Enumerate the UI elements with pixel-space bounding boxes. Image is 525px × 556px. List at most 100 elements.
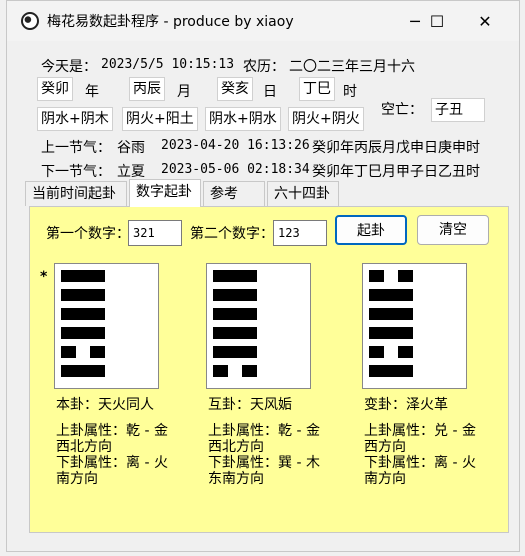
line-segment xyxy=(90,346,105,358)
line-segment xyxy=(61,270,105,282)
hu-gua-label: 互卦： xyxy=(208,397,250,413)
line-segment xyxy=(213,308,257,320)
yang-line xyxy=(61,308,105,320)
yang-line xyxy=(369,365,413,377)
line-segment xyxy=(369,289,413,301)
line-segment xyxy=(369,327,413,339)
hour-unit: 时 xyxy=(343,84,357,100)
month-unit: 月 xyxy=(177,84,191,100)
next-jieqi-ganzhi: 癸卯年丁巳月甲子日乙丑时 xyxy=(312,164,480,180)
nayin-day: 阴水+阴水 xyxy=(205,107,281,131)
year-unit: 年 xyxy=(85,84,99,100)
yin-line xyxy=(61,346,105,358)
yang-line xyxy=(213,308,257,320)
yin-line xyxy=(213,365,257,377)
num1-input[interactable]: 321 xyxy=(128,220,182,246)
hu-lower-attr: 巽 - 木 xyxy=(278,455,320,471)
line-segment xyxy=(213,365,228,377)
tab-current-time[interactable]: 当前时间起卦 xyxy=(25,181,127,206)
title-bar[interactable]: 梅花易数起卦程序 - produce by xiaoy ─ ☐ ✕ xyxy=(7,1,519,41)
taiji-icon xyxy=(21,12,39,30)
bian-upper-attr: 兑 - 金 xyxy=(434,423,476,439)
line-segment xyxy=(213,327,257,339)
day-unit: 日 xyxy=(263,84,277,100)
yang-line xyxy=(213,289,257,301)
window-title: 梅花易数起卦程序 - produce by xiaoy xyxy=(47,14,294,30)
tab-reference[interactable]: 参考 xyxy=(203,181,265,206)
line-segment xyxy=(398,270,413,282)
bian-lower-dir: 南方向 xyxy=(364,471,406,487)
yang-line xyxy=(213,346,257,358)
yang-line xyxy=(369,308,413,320)
kongwang-value: 子丑 xyxy=(431,98,485,122)
clear-button[interactable]: 清空 xyxy=(417,215,489,245)
line-segment xyxy=(61,289,105,301)
line-segment xyxy=(369,270,384,282)
yin-line xyxy=(369,346,413,358)
bian-gua-name: 泽火革 xyxy=(406,397,448,413)
hu-lower-label: 下卦属性： xyxy=(208,455,278,471)
num2-label: 第二个数字： xyxy=(190,226,274,242)
hu-lower-dir: 东南方向 xyxy=(208,471,264,487)
lunar-value: 二〇二三年三月十六 xyxy=(289,59,415,75)
prev-jieqi-time: 2023-04-20 16:13:26 xyxy=(161,138,310,153)
close-button[interactable]: ✕ xyxy=(465,9,505,35)
num1-label: 第一个数字： xyxy=(46,226,130,242)
qigua-button[interactable]: 起卦 xyxy=(335,215,407,245)
yang-line xyxy=(369,327,413,339)
ben-upper-dir: 西北方向 xyxy=(56,439,112,455)
today-label: 今天是： xyxy=(41,59,97,75)
today-value: 2023/5/5 10:15:13 xyxy=(101,57,235,72)
hu-upper-attr: 乾 - 金 xyxy=(278,423,320,439)
bian-gua-box xyxy=(362,263,467,389)
num2-input[interactable]: 123 xyxy=(273,220,327,246)
line-segment xyxy=(61,346,76,358)
yin-line xyxy=(369,270,413,282)
hu-upper-dir: 西北方向 xyxy=(208,439,264,455)
next-jieqi-label: 下一节气： xyxy=(41,164,111,180)
bian-upper-dir: 西方向 xyxy=(364,439,406,455)
hu-gua-name: 天风姤 xyxy=(250,397,292,413)
ben-lower-label: 下卦属性： xyxy=(56,455,126,471)
line-segment xyxy=(61,327,105,339)
bian-lower-attr: 离 - 火 xyxy=(434,455,476,471)
hu-upper-label: 上卦属性： xyxy=(208,423,278,439)
tab-sixty-four[interactable]: 六十四卦 xyxy=(267,181,339,206)
tab-number[interactable]: 数字起卦 xyxy=(129,179,201,207)
ben-gua-name: 天火同人 xyxy=(98,397,154,413)
lunar-label: 农历： xyxy=(243,59,285,75)
nayin-year: 阴水+阴木 xyxy=(37,107,113,131)
line-segment xyxy=(213,289,257,301)
hu-gua-box xyxy=(206,263,311,389)
yang-line xyxy=(61,327,105,339)
hu-gua-info: 互卦：天风姤 上卦属性：乾 - 金 西北方向 下卦属性：巽 - 木 东南方向 xyxy=(208,397,320,487)
yang-line xyxy=(213,270,257,282)
year-ganzhi: 癸卯 xyxy=(37,77,73,101)
number-qigua-panel: 第一个数字： 321 第二个数字： 123 起卦 清空 * 本卦：天火同人 上卦… xyxy=(29,206,509,533)
yang-line xyxy=(61,289,105,301)
bian-upper-label: 上卦属性： xyxy=(364,423,434,439)
prev-jieqi-ganzhi: 癸卯年丙辰月戊申日庚申时 xyxy=(312,140,480,156)
nayin-hour: 阴火+阴火 xyxy=(288,107,364,131)
kongwang-label: 空亡： xyxy=(381,102,423,118)
yang-line xyxy=(61,270,105,282)
hour-ganzhi: 丁巳 xyxy=(299,77,335,101)
next-jieqi-time: 2023-05-06 02:18:34 xyxy=(161,162,310,177)
line-segment xyxy=(61,365,105,377)
line-segment xyxy=(61,308,105,320)
maximize-button[interactable]: ☐ xyxy=(407,9,467,35)
prev-jieqi-name: 谷雨 xyxy=(117,140,145,156)
line-segment xyxy=(213,346,257,358)
ben-upper-label: 上卦属性： xyxy=(56,423,126,439)
ben-upper-attr: 乾 - 金 xyxy=(126,423,168,439)
app-window: 梅花易数起卦程序 - produce by xiaoy ─ ☐ ✕ 今天是： 2… xyxy=(6,0,520,552)
bian-gua-info: 变卦：泽火革 上卦属性：兑 - 金 西方向 下卦属性：离 - 火 南方向 xyxy=(364,397,476,487)
ben-gua-label: 本卦： xyxy=(56,397,98,413)
nayin-month: 阴火+阳土 xyxy=(122,107,198,131)
prev-jieqi-label: 上一节气： xyxy=(41,140,111,156)
line-segment xyxy=(242,365,257,377)
line-segment xyxy=(398,346,413,358)
line-segment xyxy=(369,308,413,320)
month-ganzhi: 丙辰 xyxy=(129,77,165,101)
line-segment xyxy=(369,346,384,358)
